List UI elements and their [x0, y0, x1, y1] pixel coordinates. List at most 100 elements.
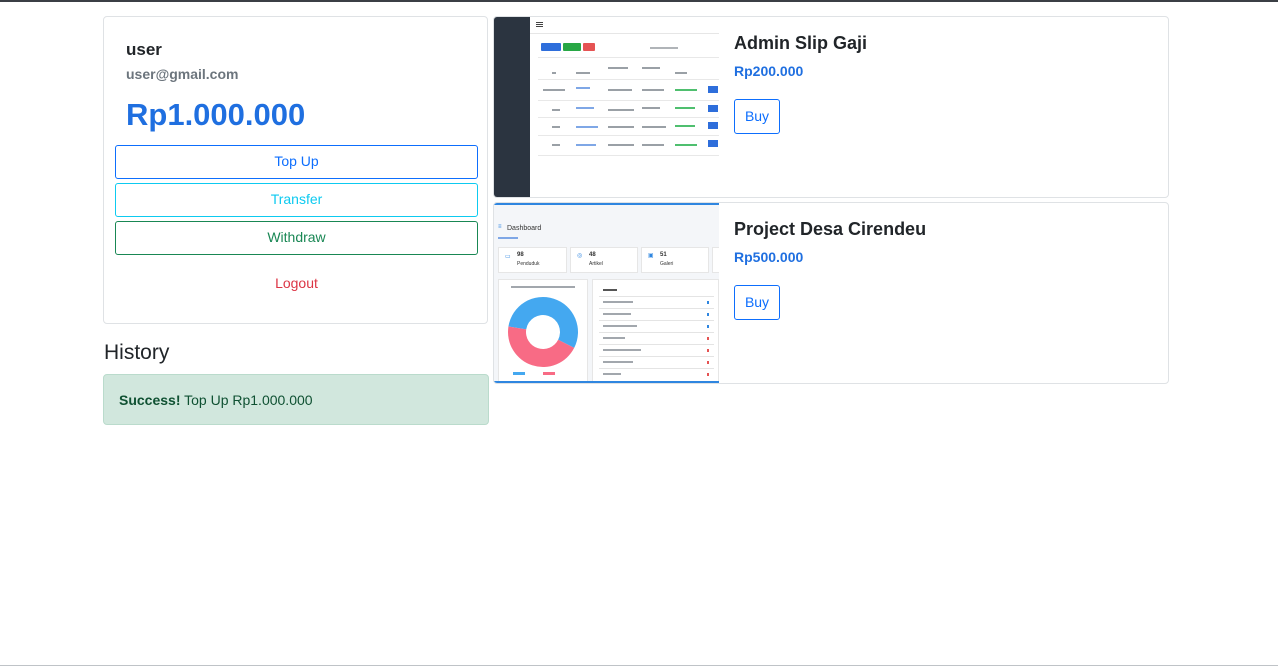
- thumb-button: [583, 43, 595, 51]
- product-title: Admin Slip Gaji: [734, 33, 868, 53]
- thumb-cell: [576, 72, 590, 74]
- thumb-action: [708, 122, 718, 129]
- donut-legend-swatch: [513, 372, 525, 375]
- thumb-row-line: [599, 356, 714, 357]
- product-price: Rp500.000: [734, 249, 804, 265]
- withdraw-button[interactable]: Withdraw: [115, 221, 478, 255]
- thumb-stat-value: 98: [517, 252, 524, 258]
- user-name: user: [126, 40, 162, 59]
- thumb-cell: [603, 337, 625, 339]
- thumb-row-line: [538, 57, 719, 58]
- menu-icon: [536, 22, 543, 23]
- thumb-cell: [642, 67, 660, 69]
- thumb-cell: [608, 109, 634, 111]
- thumb-row-line: [599, 296, 714, 297]
- product-price: Rp200.000: [734, 63, 804, 79]
- wallet-card: user user@gmail.com Rp1.000.000 Top Up T…: [103, 16, 488, 324]
- thumb-cell: [576, 126, 598, 128]
- product-thumbnail: [494, 17, 719, 197]
- thumb-row-line: [538, 79, 719, 80]
- folder-icon: ▭: [505, 254, 511, 260]
- thumb-cell: [642, 89, 664, 91]
- thumb-topbar: [530, 17, 719, 34]
- thumb-button: [541, 43, 561, 51]
- product-thumbnail: ≡ Dashboard ▭ 98 Penduduk ◎ 48 Artikel ▣…: [494, 203, 719, 383]
- thumb-content: [530, 17, 719, 197]
- logout-button[interactable]: Logout: [115, 275, 478, 291]
- thumb-cell: [642, 126, 666, 128]
- thumb-action: [708, 140, 718, 147]
- thumb-cell: [603, 349, 641, 351]
- image-icon: ▣: [648, 253, 654, 259]
- thumb-dot: [707, 301, 709, 304]
- thumb-row-line: [538, 100, 719, 101]
- thumb-dot: [707, 349, 709, 352]
- thumb-cell: [552, 126, 560, 128]
- transfer-button[interactable]: Transfer: [115, 183, 478, 217]
- thumb-dashboard-title: Dashboard: [507, 225, 542, 232]
- thumb-cell: [576, 107, 594, 109]
- menu-icon: ≡: [498, 224, 502, 230]
- globe-icon: ◎: [577, 253, 583, 259]
- thumb-donut-chart: [508, 297, 578, 375]
- thumb-cell: [608, 67, 628, 69]
- thumb-dot: [707, 361, 709, 364]
- thumb-dot: [707, 373, 709, 376]
- thumb-cell: [603, 361, 633, 363]
- thumb-cell: [552, 144, 560, 146]
- thumb-button: [563, 43, 581, 51]
- thumb-cell: [675, 107, 695, 109]
- thumb-cell: [608, 126, 634, 128]
- thumb-sidebar: [494, 17, 530, 197]
- thumb-stat-card: ▣ 51 Galeri: [641, 247, 709, 273]
- history-item-status: Success!: [119, 392, 181, 408]
- donut-legend-swatch: [543, 372, 555, 375]
- top-up-button[interactable]: Top Up: [115, 145, 478, 179]
- thumb-table-panel: [592, 279, 719, 383]
- thumb-stat-value: 48: [589, 252, 596, 258]
- thumb-bottom-bar: [494, 381, 719, 383]
- thumb-cell: [576, 144, 596, 146]
- wallet-balance: Rp1.000.000: [126, 97, 306, 132]
- history-title: History: [104, 341, 170, 364]
- history-item-message: Top Up Rp1.000.000: [184, 392, 313, 408]
- thumb-cell: [675, 89, 697, 91]
- thumb-action: [708, 86, 718, 93]
- thumb-table-header: [603, 289, 617, 291]
- thumb-topbar: [494, 203, 719, 205]
- thumb-dot: [707, 337, 709, 340]
- product-card: Admin Slip Gaji Rp200.000 Buy: [493, 16, 1169, 198]
- thumb-row-line: [599, 332, 714, 333]
- product-card: ≡ Dashboard ▭ 98 Penduduk ◎ 48 Artikel ▣…: [493, 202, 1169, 384]
- thumb-cell: [603, 373, 621, 375]
- thumb-stat-card: ▭ 98 Penduduk: [498, 247, 567, 273]
- thumb-row-line: [538, 117, 719, 118]
- thumb-stat-card: ◎ 48 Artikel: [570, 247, 638, 273]
- buy-button[interactable]: Buy: [734, 99, 780, 134]
- thumb-dot: [707, 325, 709, 328]
- history-item: Success! Top Up Rp1.000.000: [103, 374, 489, 425]
- buy-button[interactable]: Buy: [734, 285, 780, 320]
- thumb-stat-label: Artikel: [589, 261, 603, 267]
- thumb-row-line: [599, 320, 714, 321]
- thumb-row-line: [599, 308, 714, 309]
- thumb-cell: [642, 107, 660, 109]
- thumb-cell: [675, 125, 695, 127]
- thumb-cell: [642, 144, 664, 146]
- thumb-row-line: [599, 344, 714, 345]
- window-top-border: [0, 0, 1278, 2]
- thumb-row-line: [599, 368, 714, 369]
- thumb-row-line: [538, 155, 719, 156]
- thumb-breadcrumb: [498, 237, 518, 239]
- thumb-cell: [608, 144, 634, 146]
- thumb-search: [650, 47, 678, 49]
- thumb-cell: [608, 89, 632, 91]
- thumb-cell: [675, 144, 697, 146]
- thumb-cell: [603, 325, 637, 327]
- thumb-stat-label: Galeri: [660, 261, 674, 267]
- thumb-stat-label: Penduduk: [517, 261, 540, 267]
- thumb-stat-card: [712, 247, 719, 273]
- thumb-cell: [603, 301, 633, 303]
- thumb-cell: [543, 89, 565, 91]
- thumb-dot: [707, 313, 709, 316]
